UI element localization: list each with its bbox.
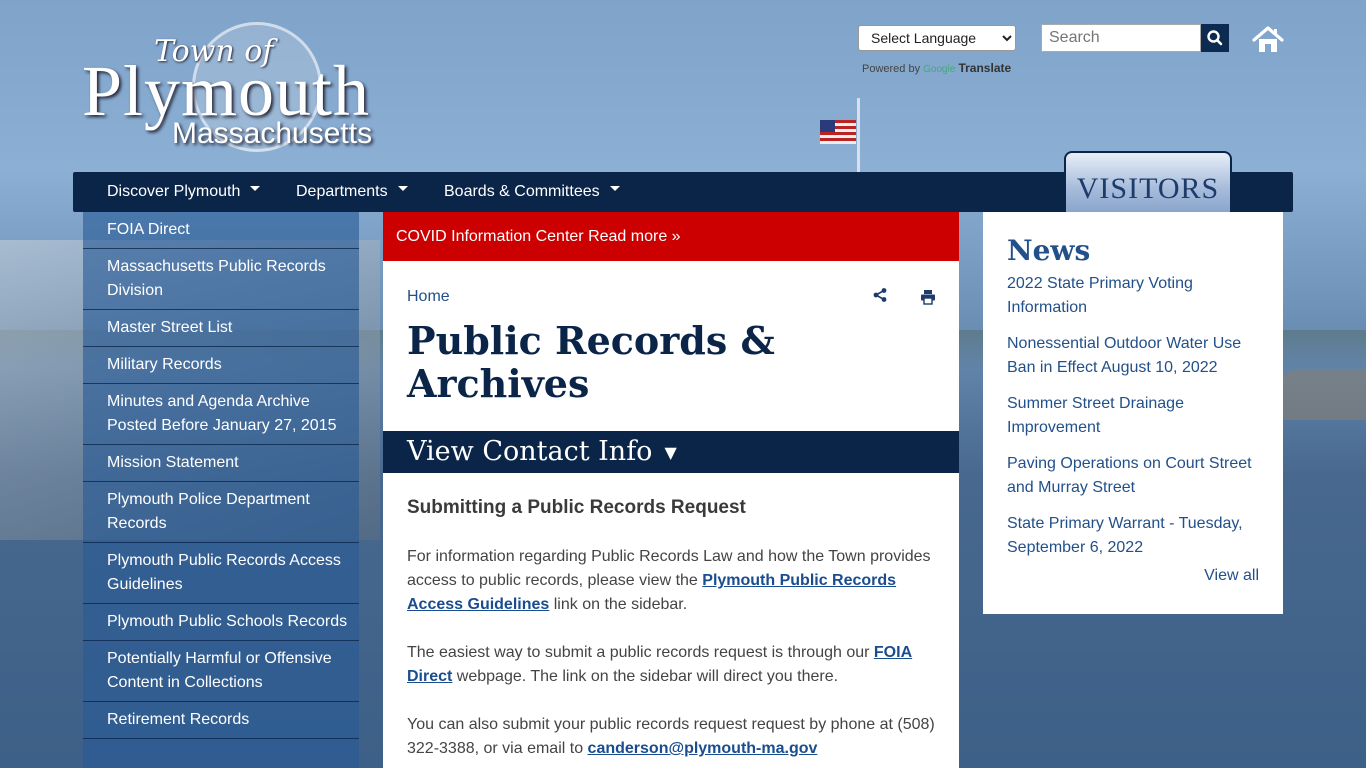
nav-departments[interactable]: Departments <box>296 172 408 212</box>
nav-discover-plymouth[interactable]: Discover Plymouth <box>107 172 261 212</box>
nav-item-label: Discover Plymouth <box>107 183 241 200</box>
nav-boards-committees[interactable]: Boards & Committees <box>444 172 620 212</box>
contact-info-label: View Contact Info <box>407 436 653 467</box>
powered-by-label: Powered by <box>862 63 921 75</box>
sidebar-item-access-guidelines[interactable]: Plymouth Public Records Access Guideline… <box>83 543 359 604</box>
chevron-down-icon <box>250 186 261 192</box>
breadcrumb-home[interactable]: Home <box>407 288 450 306</box>
search-input[interactable] <box>1041 24 1201 52</box>
translate-link[interactable]: Translate <box>958 61 1011 75</box>
sidebar-item-minutes-agenda-archive[interactable]: Minutes and Agenda Archive Posted Before… <box>83 384 359 445</box>
nav-item-label: Departments <box>296 183 388 200</box>
language-select[interactable]: Select Language <box>858 25 1016 51</box>
news-view-all-link[interactable]: View all <box>1204 567 1259 585</box>
article-heading: Submitting a Public Records Request <box>407 497 746 518</box>
triangle-down-icon: ▼ <box>664 442 677 462</box>
article-paragraph: You can also submit your public records … <box>407 713 937 761</box>
news-item[interactable]: Summer Street Drainage Improvement <box>1007 392 1267 440</box>
print-icon <box>921 290 935 305</box>
nav-item-label: Boards & Committees <box>444 183 600 200</box>
news-item[interactable]: State Primary Warrant - Tuesday, Septemb… <box>1007 512 1267 560</box>
paragraph-text: The easiest way to submit a public recor… <box>407 644 874 661</box>
sidebar-item-master-street-list[interactable]: Master Street List <box>83 310 359 347</box>
share-button[interactable] <box>872 287 888 303</box>
sidebar-item-mission-statement[interactable]: Mission Statement <box>83 445 359 482</box>
google-translate-credit: Powered by Google Translate <box>862 61 1011 75</box>
google-logo: Google <box>923 64 956 75</box>
news-item[interactable]: Paving Operations on Court Street and Mu… <box>1007 452 1267 500</box>
sidebar-item-harmful-content[interactable]: Potentially Harmful or Offensive Content… <box>83 641 359 702</box>
sidebar-item-foia-direct[interactable]: FOIA Direct <box>83 212 359 249</box>
background-flagpole <box>857 98 860 178</box>
news-title: News <box>1007 234 1091 267</box>
search-icon <box>1207 30 1223 46</box>
share-icon <box>873 288 887 302</box>
flag-icon <box>820 120 856 144</box>
chevron-down-icon <box>609 186 620 192</box>
news-item[interactable]: 2022 State Primary Voting Information <box>1007 272 1267 320</box>
article-paragraph: The easiest way to submit a public recor… <box>407 641 937 689</box>
paragraph-text: webpage. The link on the sidebar will di… <box>452 668 839 685</box>
chevron-down-icon <box>397 186 408 192</box>
article-paragraph: For information regarding Public Records… <box>407 545 937 617</box>
email-link[interactable]: canderson@plymouth-ma.gov <box>588 740 818 757</box>
sidebar-item-military-records[interactable]: Military Records <box>83 347 359 384</box>
sidebar-item-police-records[interactable]: Plymouth Police Department Records <box>83 482 359 543</box>
article-body: Submitting a Public Records Request For … <box>407 496 937 768</box>
paragraph-text: link on the sidebar. <box>549 596 688 613</box>
covid-banner-link[interactable]: COVID Information Center Read more » <box>383 212 959 261</box>
sidebar-item-retirement-records[interactable]: Retirement Records <box>83 702 359 739</box>
sidebar: FOIA Direct Massachusetts Public Records… <box>83 212 359 768</box>
news-list: 2022 State Primary Voting Information No… <box>1007 272 1267 572</box>
page-title: Public Records & Archives <box>407 318 775 406</box>
view-contact-info-toggle[interactable]: View Contact Info ▼ <box>383 431 959 473</box>
search-button[interactable] <box>1201 24 1229 52</box>
sidebar-item-ma-public-records-division[interactable]: Massachusetts Public Records Division <box>83 249 359 310</box>
news-item[interactable]: Nonessential Outdoor Water Use Ban in Ef… <box>1007 332 1267 380</box>
home-icon <box>1252 26 1284 52</box>
logo-state: Massachusetts <box>172 117 373 150</box>
sidebar-item-schools-records[interactable]: Plymouth Public Schools Records <box>83 604 359 641</box>
news-panel: News 2022 State Primary Voting Informati… <box>983 212 1283 614</box>
print-button[interactable] <box>920 289 936 305</box>
site-logo[interactable]: Town of Plymouth Massachusetts <box>82 22 382 157</box>
main-content: Home Public Records & Archives View Cont… <box>383 261 959 768</box>
home-button[interactable] <box>1252 26 1284 54</box>
background-jetty <box>1276 370 1366 420</box>
